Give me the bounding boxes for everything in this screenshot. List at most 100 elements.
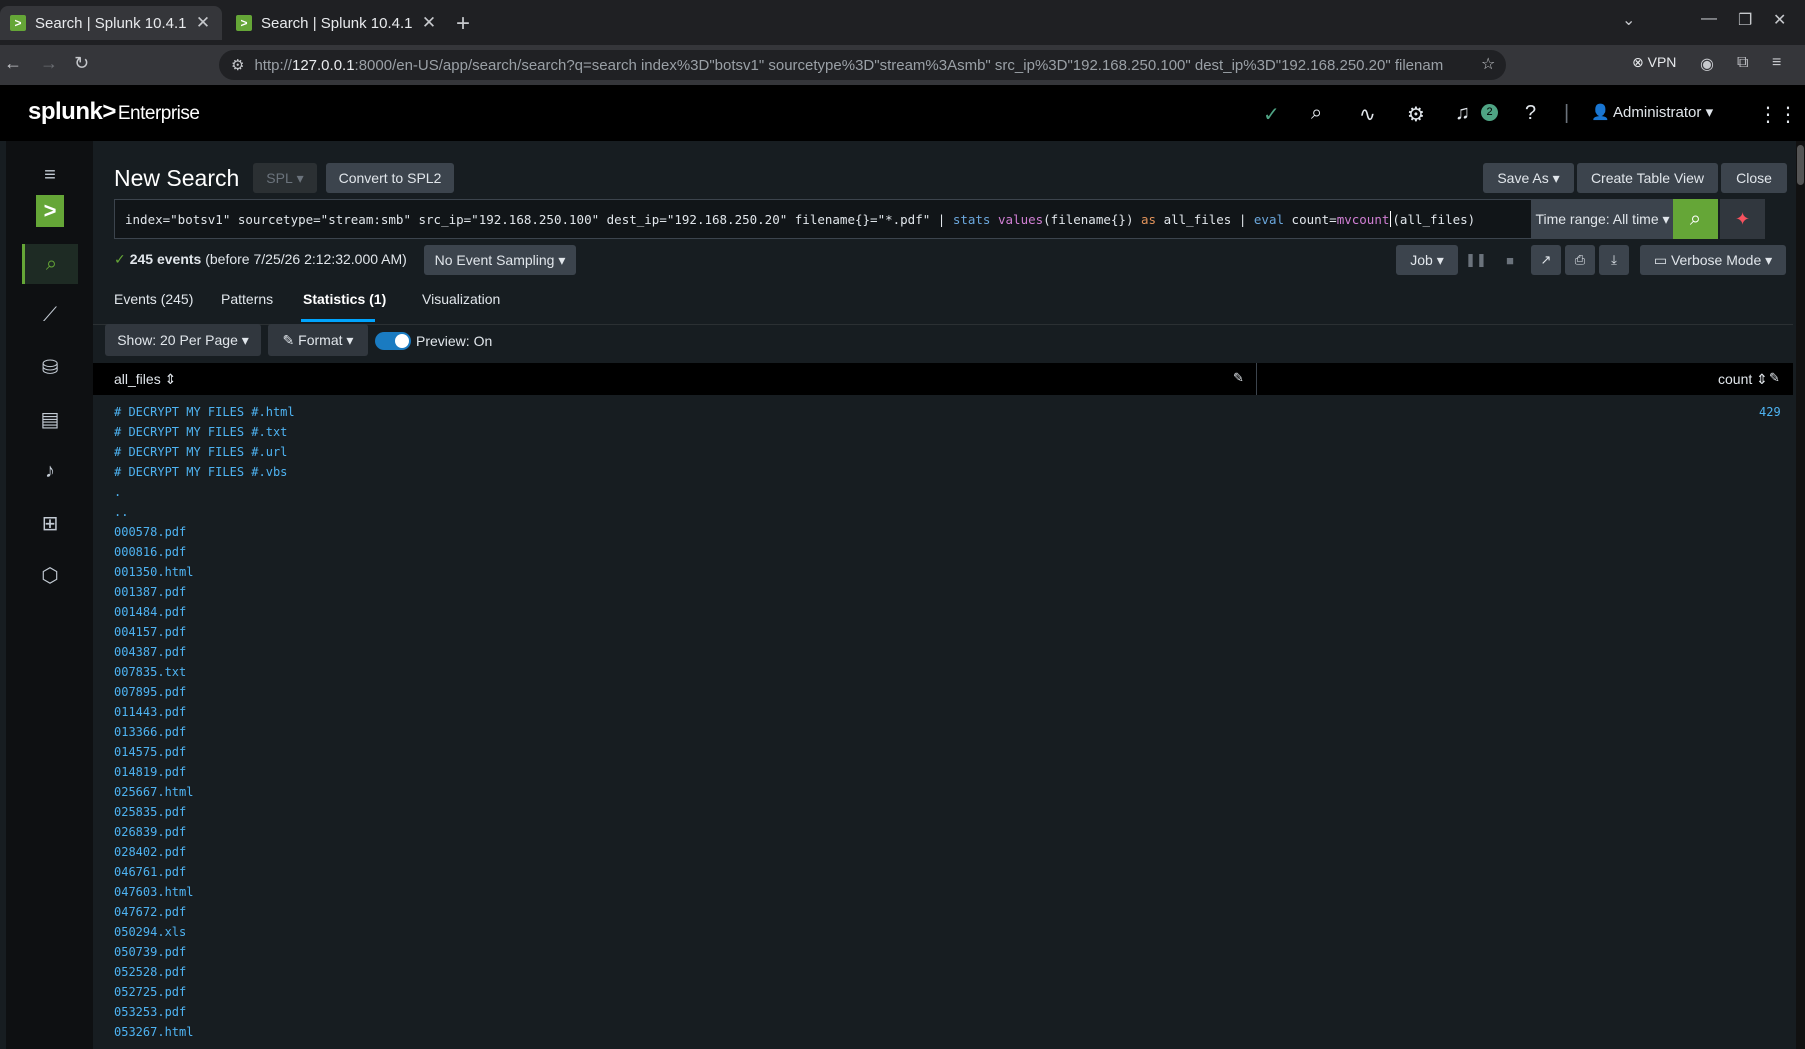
list-item[interactable]: 007895.pdf bbox=[114, 682, 295, 702]
edit-column-icon[interactable]: ✎ bbox=[1233, 370, 1244, 386]
reload-icon[interactable]: ↻ bbox=[74, 53, 89, 74]
run-search-button[interactable]: ⌕ bbox=[1673, 199, 1718, 239]
minimize-icon[interactable]: — bbox=[1701, 10, 1717, 28]
list-item[interactable]: 050739.pdf bbox=[114, 942, 295, 962]
tab-statistics[interactable]: Statistics (1) bbox=[303, 291, 386, 307]
activity-icon[interactable]: ∿ bbox=[1359, 102, 1376, 127]
ai-assistant-button[interactable]: ✦ bbox=[1720, 199, 1765, 239]
health-status-icon[interactable]: ✓ bbox=[1263, 102, 1280, 127]
print-icon[interactable]: ⎙ bbox=[1565, 245, 1595, 275]
close-tab-icon[interactable]: ✕ bbox=[420, 13, 438, 33]
profile-icon[interactable]: ◉ bbox=[1700, 54, 1714, 74]
share-icon[interactable]: ↗ bbox=[1531, 245, 1561, 275]
close-button[interactable]: Close bbox=[1721, 163, 1787, 193]
hamburger-menu-icon[interactable]: ≡ bbox=[22, 155, 78, 195]
sidebar-datasets-icon[interactable]: ⛁ bbox=[22, 347, 78, 387]
extensions-icon[interactable]: ⧉ bbox=[1737, 54, 1748, 72]
sidebar-alerts-icon[interactable]: ♪ bbox=[22, 451, 78, 491]
sidebar-search-icon[interactable]: ⌕ bbox=[22, 244, 78, 284]
column-header-count[interactable]: count ⇕ bbox=[1718, 371, 1768, 388]
list-item[interactable]: 028402.pdf bbox=[114, 842, 295, 862]
search-app-icon[interactable]: > bbox=[36, 195, 64, 227]
create-table-view-button[interactable]: Create Table View bbox=[1577, 163, 1718, 193]
tab-visualization[interactable]: Visualization bbox=[422, 291, 500, 307]
new-tab-icon[interactable]: + bbox=[456, 10, 470, 38]
save-as-button[interactable]: Save As ▾ bbox=[1483, 163, 1574, 193]
close-window-icon[interactable]: ✕ bbox=[1773, 10, 1786, 30]
list-item[interactable]: 052725.pdf bbox=[114, 982, 295, 1002]
format-dropdown[interactable]: ✎ Format ▾ bbox=[268, 324, 368, 356]
list-item[interactable]: 000816.pdf bbox=[114, 542, 295, 562]
pause-icon[interactable]: ❚❚ bbox=[1461, 245, 1491, 275]
address-bar[interactable]: ⚙ http://127.0.0.1:8000/en-US/app/search… bbox=[219, 50, 1506, 80]
app-grid-icon[interactable]: ⋮⋮ bbox=[1758, 102, 1798, 127]
list-item[interactable]: # DECRYPT MY FILES #.html bbox=[114, 402, 295, 422]
list-item[interactable]: 052528.pdf bbox=[114, 962, 295, 982]
tab-events[interactable]: Events (245) bbox=[114, 291, 193, 307]
tab-search-chevron-icon[interactable]: ⌄ bbox=[1622, 10, 1635, 30]
back-icon[interactable]: ← bbox=[4, 53, 22, 74]
browser-tab-2[interactable]: > Search | Splunk 10.4.1 ✕ bbox=[226, 6, 448, 40]
list-item[interactable]: # DECRYPT MY FILES #.vbs bbox=[114, 462, 295, 482]
sidebar-analytics-icon[interactable]: ⟋ bbox=[22, 295, 78, 335]
settings-gear-icon[interactable]: ⚙ bbox=[1407, 102, 1425, 127]
browser-menu-icon[interactable]: ≡ bbox=[1772, 54, 1781, 72]
language-select[interactable]: SPL ▾ bbox=[253, 163, 317, 193]
scrollbar-thumb[interactable] bbox=[1797, 145, 1804, 185]
browser-tab-1[interactable]: > Search | Splunk 10.4.1 ✕ bbox=[0, 6, 222, 40]
help-icon[interactable]: ? bbox=[1525, 102, 1536, 125]
close-tab-icon[interactable]: ✕ bbox=[194, 13, 212, 33]
count-cell[interactable]: 429 bbox=[1759, 402, 1781, 422]
tab-patterns[interactable]: Patterns bbox=[221, 291, 273, 307]
list-item[interactable]: 007835.txt bbox=[114, 662, 295, 682]
list-item[interactable]: 050294.xls bbox=[114, 922, 295, 942]
notifications-bell-icon[interactable]: ♫ bbox=[1455, 102, 1470, 125]
per-page-dropdown[interactable]: Show: 20 Per Page ▾ bbox=[105, 324, 261, 356]
list-item[interactable]: 053253.pdf bbox=[114, 1002, 295, 1022]
search-mode-dropdown[interactable]: ▭ Verbose Mode ▾ bbox=[1640, 245, 1786, 275]
list-item[interactable]: 026839.pdf bbox=[114, 822, 295, 842]
sidebar-dashboards-icon[interactable]: ⊞ bbox=[22, 503, 78, 543]
edit-column-icon[interactable]: ✎ bbox=[1769, 370, 1780, 386]
list-item[interactable]: 001484.pdf bbox=[114, 602, 295, 622]
time-range-picker[interactable]: Time range: All time ▾ bbox=[1532, 199, 1673, 239]
forward-icon[interactable]: → bbox=[40, 53, 58, 74]
list-item[interactable]: 014819.pdf bbox=[114, 762, 295, 782]
list-item[interactable]: . bbox=[114, 482, 295, 502]
search-input[interactable]: index="botsv1" sourcetype="stream:smb" s… bbox=[114, 199, 1532, 239]
list-item[interactable]: .. bbox=[114, 502, 295, 522]
maximize-icon[interactable]: ❐ bbox=[1738, 10, 1752, 30]
vpn-indicator[interactable]: ⊗ VPN bbox=[1632, 54, 1676, 71]
list-item[interactable]: 025667.html bbox=[114, 782, 295, 802]
list-item[interactable]: 001387.pdf bbox=[114, 582, 295, 602]
preview-toggle[interactable] bbox=[375, 332, 411, 350]
list-item[interactable]: 046761.pdf bbox=[114, 862, 295, 882]
bookmark-star-icon[interactable]: ☆ bbox=[1481, 54, 1495, 74]
convert-spl2-button[interactable]: Convert to SPL2 bbox=[326, 163, 454, 193]
export-icon[interactable]: ⤓ bbox=[1599, 245, 1629, 275]
list-item[interactable]: 000578.pdf bbox=[114, 522, 295, 542]
list-item[interactable]: 001350.html bbox=[114, 562, 295, 582]
list-item[interactable]: # DECRYPT MY FILES #.txt bbox=[114, 422, 295, 442]
list-item[interactable]: 047672.pdf bbox=[114, 902, 295, 922]
list-item[interactable]: 014575.pdf bbox=[114, 742, 295, 762]
list-item[interactable]: 025835.pdf bbox=[114, 802, 295, 822]
page-scrollbar[interactable] bbox=[1796, 141, 1805, 1049]
search-icon[interactable]: ⌕ bbox=[1311, 102, 1322, 125]
job-menu-button[interactable]: Job ▾ bbox=[1396, 245, 1458, 275]
sidebar-apps-icon[interactable]: ⬡ bbox=[22, 555, 78, 595]
sidebar-reports-icon[interactable]: ▤ bbox=[22, 399, 78, 439]
user-menu[interactable]: 👤 Administrator ▾ bbox=[1591, 103, 1713, 121]
stop-icon[interactable]: ■ bbox=[1495, 245, 1525, 275]
list-item[interactable]: 053267.html bbox=[114, 1022, 295, 1042]
splunk-logo[interactable]: splunk> Enterprise bbox=[28, 98, 200, 126]
list-item[interactable]: 047603.html bbox=[114, 882, 295, 902]
list-item[interactable]: 011443.pdf bbox=[114, 702, 295, 722]
list-item[interactable]: 004157.pdf bbox=[114, 622, 295, 642]
event-sampling-dropdown[interactable]: No Event Sampling ▾ bbox=[424, 245, 576, 275]
column-header-all-files[interactable]: all_files ⇕ bbox=[114, 371, 176, 388]
site-info-icon[interactable]: ⚙ bbox=[231, 56, 244, 74]
list-item[interactable]: 004387.pdf bbox=[114, 642, 295, 662]
list-item[interactable]: # DECRYPT MY FILES #.url bbox=[114, 442, 295, 462]
list-item[interactable]: 013366.pdf bbox=[114, 722, 295, 742]
